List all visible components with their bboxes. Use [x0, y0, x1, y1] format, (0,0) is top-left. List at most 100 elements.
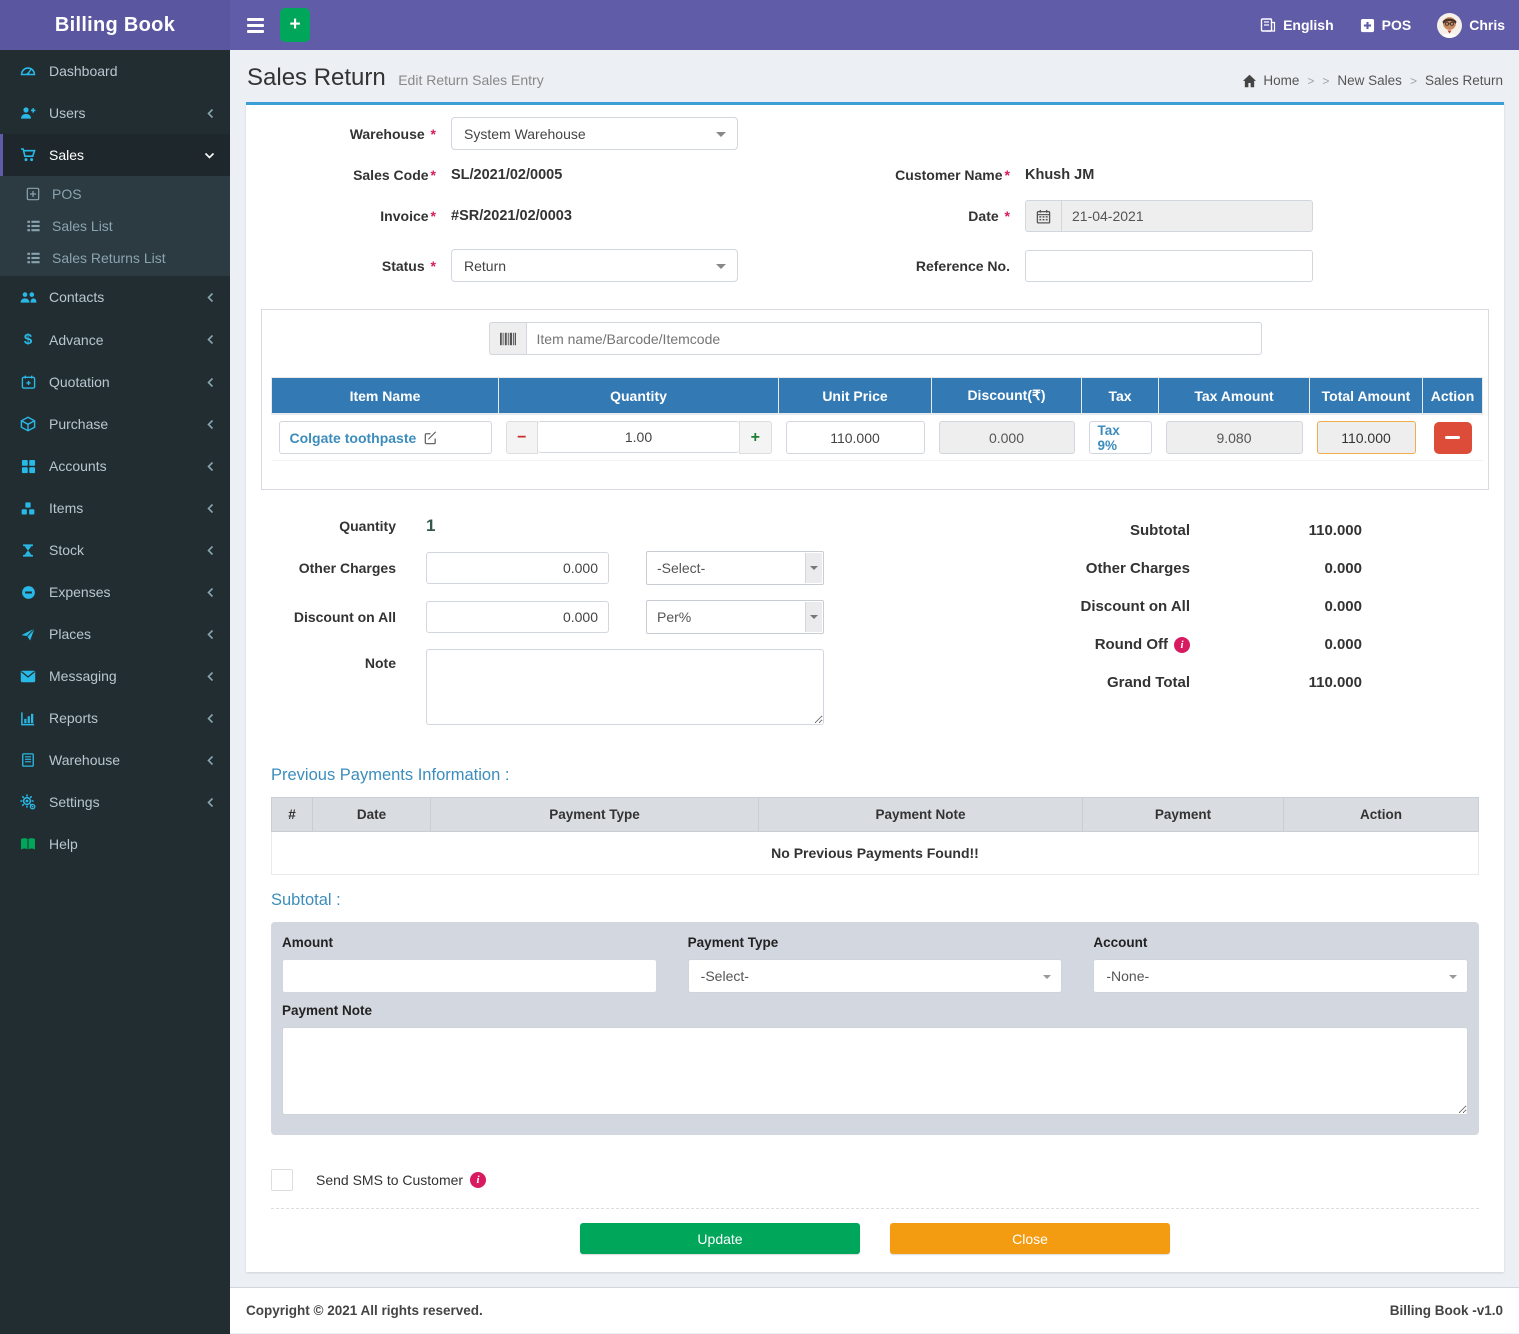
- send-sms-checkbox[interactable]: [271, 1169, 293, 1191]
- calendar-plus-icon: [18, 374, 38, 390]
- amount-label: Amount: [282, 935, 657, 950]
- sidebar-item-advance[interactable]: $ Advance: [0, 318, 230, 361]
- col-tax-amount: Tax Amount: [1159, 378, 1310, 415]
- discount-input: [939, 421, 1075, 454]
- edit-icon: [423, 430, 438, 445]
- item-search-input[interactable]: [526, 322, 1262, 355]
- chevron-left-icon: [206, 461, 215, 472]
- sidebar-item-label: Users: [49, 105, 86, 121]
- pp-col-payment-note: Payment Note: [759, 798, 1083, 832]
- breadcrumb-separator: >: [1322, 74, 1329, 88]
- reference-field[interactable]: [1025, 250, 1313, 282]
- sidebar-item-users[interactable]: Users: [0, 92, 230, 134]
- quantity-input[interactable]: [538, 421, 739, 453]
- sidebar-item-items[interactable]: Items: [0, 487, 230, 529]
- discount-on-all-input[interactable]: [426, 601, 609, 633]
- date-field[interactable]: [1061, 200, 1313, 232]
- other-charges-select[interactable]: -Select-: [646, 551, 824, 585]
- footer: Copyright © 2021 All rights reserved. Bi…: [230, 1287, 1519, 1333]
- sidebar-item-messaging[interactable]: Messaging: [0, 655, 230, 697]
- gears-icon: [18, 794, 38, 810]
- envelope-icon: [18, 670, 38, 683]
- item-name-link[interactable]: Colgate toothpaste: [279, 421, 492, 454]
- warehouse-label: Warehouse: [350, 126, 425, 142]
- chevron-left-icon: [206, 587, 215, 598]
- sidebar-item-expenses[interactable]: Expenses: [0, 571, 230, 613]
- sidebar-item-contacts[interactable]: Contacts: [0, 276, 230, 318]
- user-menu[interactable]: Chris: [1437, 13, 1505, 38]
- remove-item-button[interactable]: [1434, 422, 1472, 454]
- chevron-left-icon: [206, 713, 215, 724]
- payment-type-select[interactable]: -Select-: [688, 959, 1063, 993]
- sidebar-subitem-label: Sales List: [52, 218, 113, 234]
- sidebar-toggle-icon[interactable]: [238, 0, 272, 50]
- info-icon[interactable]: i: [470, 1172, 486, 1188]
- subtotal-value: 110.000: [1190, 522, 1362, 539]
- send-sms-label: Send SMS to Customer: [316, 1172, 463, 1188]
- chevron-left-icon: [206, 334, 215, 345]
- grid-icon: [18, 459, 38, 474]
- previous-payments-table: # Date Payment Type Payment Note Payment…: [271, 797, 1479, 875]
- sidebar-item-warehouse[interactable]: Warehouse: [0, 739, 230, 781]
- sidebar-item-accounts[interactable]: Accounts: [0, 445, 230, 487]
- note-textarea[interactable]: [426, 649, 824, 725]
- payment-note-label: Payment Note: [282, 1003, 1468, 1018]
- items-table: Item Name Quantity Unit Price Discount(₹…: [271, 377, 1483, 461]
- sidebar-item-stock[interactable]: Stock: [0, 529, 230, 571]
- sidebar-item-dashboard[interactable]: Dashboard: [0, 50, 230, 92]
- sidebar-subitem-pos[interactable]: POS: [0, 178, 230, 210]
- sidebar-subitem-sales-returns-list[interactable]: Sales Returns List: [0, 242, 230, 274]
- breadcrumb-home[interactable]: Home: [1242, 73, 1299, 88]
- language-label: English: [1283, 17, 1334, 33]
- chevron-left-icon: [206, 419, 215, 430]
- account-select[interactable]: -None-: [1093, 959, 1468, 993]
- update-button[interactable]: Update: [580, 1223, 860, 1254]
- caret-down-icon: [1449, 975, 1457, 979]
- quantity-decrease-button[interactable]: −: [506, 421, 539, 454]
- app-logo[interactable]: Billing Book: [0, 0, 230, 50]
- date-label: Date: [968, 208, 998, 224]
- account-label: Account: [1093, 935, 1468, 950]
- warehouse-select[interactable]: System Warehouse: [451, 117, 738, 150]
- no-payments-message: No Previous Payments Found!!: [272, 832, 1479, 875]
- breadcrumb-new-sales[interactable]: New Sales: [1337, 73, 1402, 88]
- status-label: Status: [382, 258, 425, 274]
- chevron-down-icon: [204, 151, 215, 160]
- plus-square-outline-icon: [24, 187, 42, 201]
- info-icon[interactable]: i: [1174, 637, 1190, 653]
- discount-type-select[interactable]: Per%: [646, 600, 824, 634]
- sidebar-subitem-sales-list[interactable]: Sales List: [0, 210, 230, 242]
- quick-add-button[interactable]: +: [280, 8, 310, 42]
- chevron-left-icon: [206, 797, 215, 808]
- sidebar-item-sales[interactable]: Sales: [0, 134, 230, 176]
- sidebar-item-help[interactable]: Help: [0, 823, 230, 865]
- sidebar-item-quotation[interactable]: Quotation: [0, 361, 230, 403]
- status-select[interactable]: Return: [451, 249, 738, 282]
- list-icon: [24, 251, 42, 265]
- close-button[interactable]: Close: [890, 1223, 1170, 1254]
- amount-input[interactable]: [282, 959, 657, 993]
- pos-shortcut[interactable]: POS: [1360, 17, 1412, 33]
- col-item-name: Item Name: [272, 378, 499, 415]
- invoice-value: #SR/2021/02/0003: [451, 208, 572, 224]
- chevron-left-icon: [206, 377, 215, 388]
- top-navbar: Billing Book + English POS Chris: [0, 0, 1519, 50]
- pp-col-payment-type: Payment Type: [431, 798, 759, 832]
- payment-note-textarea[interactable]: [282, 1027, 1468, 1115]
- language-menu[interactable]: English: [1260, 17, 1334, 33]
- sidebar-item-settings[interactable]: Settings: [0, 781, 230, 823]
- sidebar-item-purchase[interactable]: Purchase: [0, 403, 230, 445]
- sidebar-item-places[interactable]: Places: [0, 613, 230, 655]
- unit-price-input[interactable]: [786, 421, 925, 454]
- chevron-left-icon: [206, 671, 215, 682]
- other-charges-input[interactable]: [426, 552, 609, 584]
- sidebar-item-reports[interactable]: Reports: [0, 697, 230, 739]
- tax-amount-input: [1166, 421, 1303, 454]
- boxes-icon: [18, 501, 38, 516]
- quantity-increase-button[interactable]: +: [739, 421, 772, 454]
- previous-payments-heading: Previous Payments Information :: [271, 766, 1479, 785]
- journal-icon: [18, 752, 38, 768]
- tax-link[interactable]: Tax 9%: [1089, 421, 1152, 454]
- sidebar-item-label: Settings: [49, 794, 100, 810]
- page-title: Sales Return: [247, 64, 386, 91]
